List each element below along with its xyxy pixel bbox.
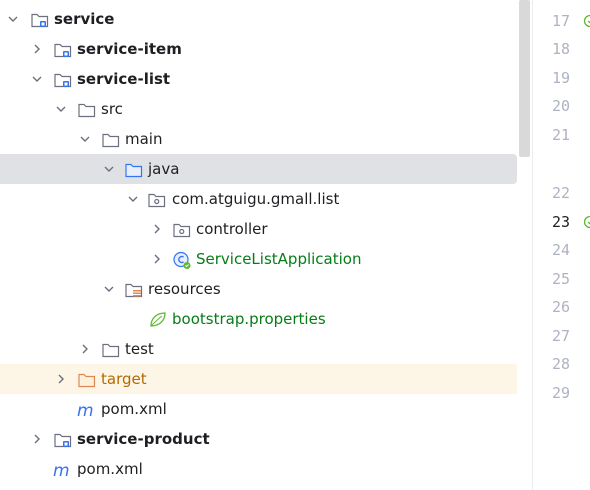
chevron-down-icon[interactable] bbox=[7, 13, 19, 25]
line-number: 26 bbox=[552, 298, 571, 316]
tree-row-service-list-application[interactable]: ServiceListApplication bbox=[0, 244, 532, 274]
chevron-right-icon[interactable] bbox=[31, 43, 43, 55]
tree-row-pom-xml[interactable]: m pom.xml bbox=[0, 394, 532, 424]
tree-row-service-item[interactable]: service-item bbox=[0, 34, 532, 64]
tree-item-label: main bbox=[125, 130, 163, 148]
tree-item-label: pom.xml bbox=[101, 400, 167, 418]
tree-row-service-product[interactable]: service-product bbox=[0, 424, 532, 454]
source-root-folder-icon bbox=[125, 163, 143, 178]
maven-pom-icon: m bbox=[53, 461, 70, 480]
tree-item-label: controller bbox=[196, 220, 268, 238]
tree-row-main[interactable]: main bbox=[0, 124, 532, 154]
module-folder-icon bbox=[31, 13, 49, 28]
line-number: 27 bbox=[552, 327, 571, 345]
tree-item-label: com.atguigu.gmall.list bbox=[172, 190, 340, 208]
line-number: 24 bbox=[552, 241, 571, 259]
run-gutter-icon[interactable] bbox=[583, 14, 590, 28]
line-number: 28 bbox=[552, 355, 571, 373]
chevron-right-icon[interactable] bbox=[31, 433, 43, 445]
tree-row-pom-xml[interactable]: m pom.xml bbox=[0, 454, 532, 484]
tree-item-label: service bbox=[54, 10, 115, 28]
tree-item-label: target bbox=[101, 370, 147, 388]
chevron-down-icon[interactable] bbox=[127, 193, 139, 205]
line-number: 25 bbox=[552, 270, 571, 288]
run-gutter-icon[interactable] bbox=[583, 215, 590, 229]
folder-icon bbox=[102, 133, 120, 148]
folder-icon bbox=[78, 103, 96, 118]
module-folder-icon bbox=[54, 43, 72, 58]
svg-text:m: m bbox=[53, 461, 70, 480]
tree-row-service-list[interactable]: service-list bbox=[0, 64, 532, 94]
project-tree: service service-item service-list src ma… bbox=[0, 0, 532, 490]
tree-item-label: src bbox=[101, 100, 123, 118]
line-number: 20 bbox=[552, 97, 571, 115]
chevron-down-icon[interactable] bbox=[79, 133, 91, 145]
tree-scrollbar-thumb[interactable] bbox=[519, 0, 530, 157]
line-number-current: 23 bbox=[552, 213, 571, 231]
tree-item-label: pom.xml bbox=[77, 460, 143, 478]
chevron-down-icon[interactable] bbox=[103, 163, 115, 175]
tree-row-target[interactable]: target bbox=[0, 364, 532, 394]
chevron-down-icon[interactable] bbox=[31, 73, 43, 85]
tree-item-label: service-item bbox=[77, 40, 182, 58]
module-folder-icon bbox=[54, 433, 72, 448]
line-number: 22 bbox=[552, 184, 571, 202]
line-number: 19 bbox=[552, 69, 571, 87]
package-icon bbox=[148, 193, 166, 208]
tree-item-label: service-list bbox=[77, 70, 171, 88]
spring-properties-icon bbox=[150, 312, 166, 327]
tree-row-service[interactable]: service bbox=[0, 4, 532, 34]
tree-item-label: java bbox=[148, 160, 180, 178]
tree-row-bootstrap-properties[interactable]: bootstrap.properties bbox=[0, 304, 532, 334]
maven-pom-icon: m bbox=[77, 401, 94, 420]
tree-row-java[interactable]: java bbox=[0, 154, 517, 184]
chevron-right-icon[interactable] bbox=[55, 373, 67, 385]
tree-row-resources[interactable]: resources bbox=[0, 274, 532, 304]
tree-row-package[interactable]: com.atguigu.gmall.list bbox=[0, 184, 532, 214]
tree-row-src[interactable]: src bbox=[0, 94, 532, 124]
folder-icon bbox=[102, 343, 120, 358]
line-number: 18 bbox=[552, 40, 571, 58]
resources-root-folder-icon bbox=[125, 283, 143, 298]
chevron-down-icon[interactable] bbox=[55, 103, 67, 115]
tree-row-controller[interactable]: controller bbox=[0, 214, 532, 244]
line-number: 17 bbox=[552, 12, 571, 30]
module-folder-icon bbox=[54, 73, 72, 88]
line-number: 29 bbox=[552, 384, 571, 402]
spring-boot-class-icon bbox=[173, 251, 191, 269]
package-icon bbox=[173, 223, 191, 238]
tree-item-label: resources bbox=[148, 280, 221, 298]
tree-item-label: bootstrap.properties bbox=[172, 310, 326, 328]
tree-item-label: test bbox=[125, 340, 154, 358]
tree-item-label: ServiceListApplication bbox=[196, 250, 362, 268]
svg-text:m: m bbox=[77, 401, 94, 420]
chevron-right-icon[interactable] bbox=[151, 253, 163, 265]
chevron-right-icon[interactable] bbox=[151, 223, 163, 235]
chevron-down-icon[interactable] bbox=[103, 283, 115, 295]
excluded-folder-icon bbox=[78, 373, 96, 388]
line-number: 21 bbox=[552, 126, 571, 144]
tree-item-label: service-product bbox=[77, 430, 210, 448]
chevron-right-icon[interactable] bbox=[79, 343, 91, 355]
tree-row-test[interactable]: test bbox=[0, 334, 532, 364]
